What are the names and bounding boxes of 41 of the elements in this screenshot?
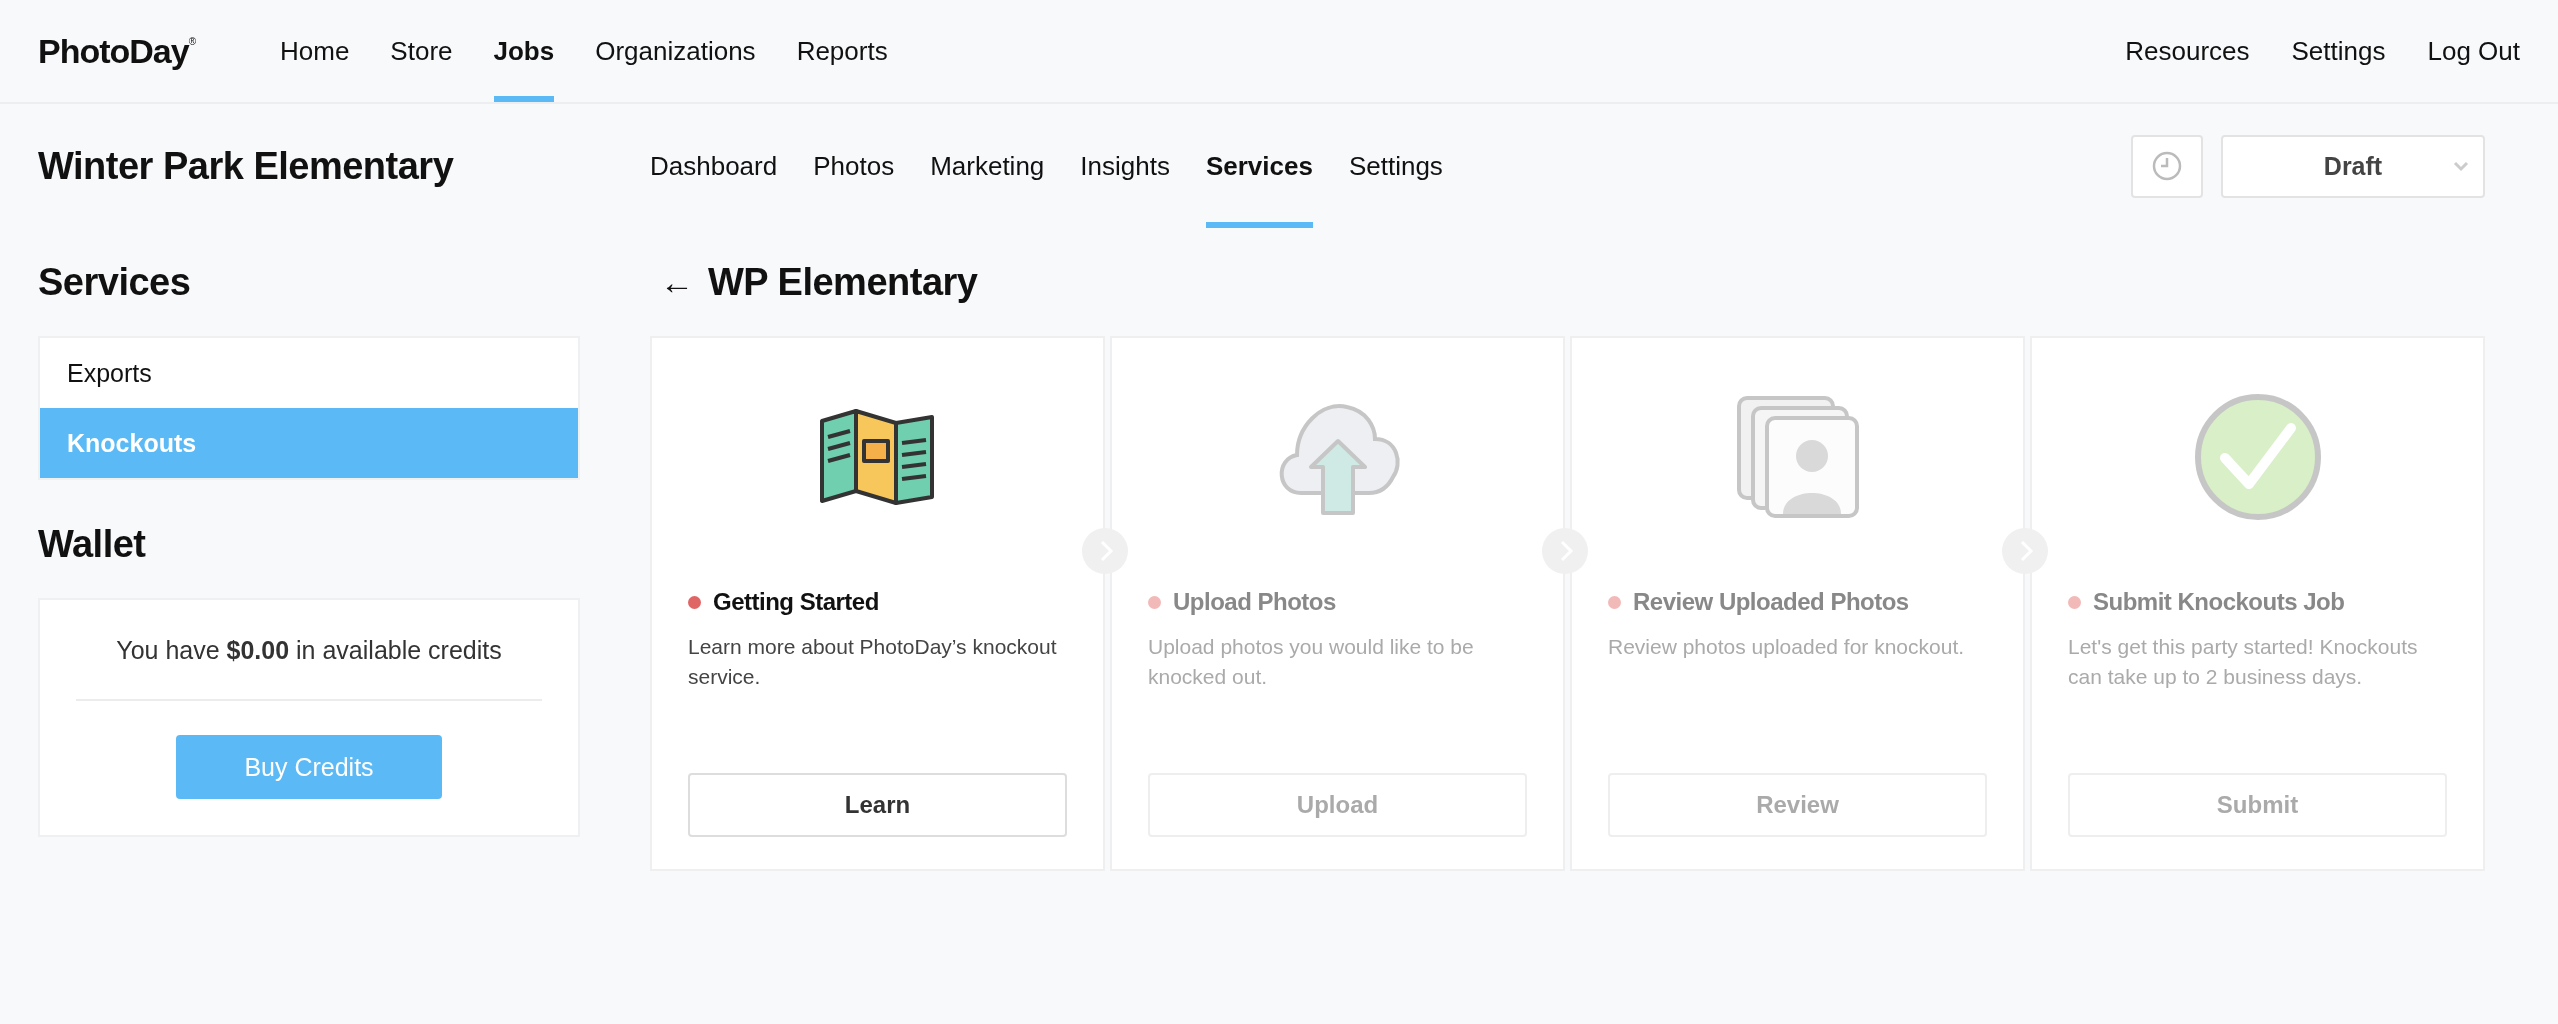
step-title: Getting Started: [713, 588, 879, 616]
chevron-down-icon: [2453, 160, 2469, 173]
checkmark-circle-icon: [2192, 392, 2323, 522]
job-tab[interactable]: Photos: [813, 104, 895, 228]
step-description: Upload photos you would like to be knocked out.: [1148, 634, 1475, 690]
step-description: Review photos uploaded for knockout.: [1608, 634, 1966, 660]
credits-text: You have $0.00 in available credits: [116, 636, 502, 665]
status-dot: [2068, 595, 2081, 609]
status-dot: [688, 595, 701, 609]
job-title: Winter Park Elementary: [38, 143, 455, 189]
history-button[interactable]: [2131, 134, 2203, 198]
status-dropdown[interactable]: Draft: [2221, 134, 2485, 198]
photo-stack-icon: [1734, 394, 1861, 520]
section-heading: Wallet: [38, 521, 147, 567]
nav-link[interactable]: Store: [390, 0, 453, 102]
section-heading: Services: [38, 259, 192, 305]
nav-link[interactable]: Resources: [2125, 0, 2250, 102]
job-tab[interactable]: Marketing: [930, 104, 1045, 228]
step-button[interactable]: Learn: [688, 773, 1067, 837]
photoday-logo[interactable]: PhotoDay: [38, 31, 189, 71]
step-description: Let's get this party started! Knockouts can take up to 2 business days.: [2068, 634, 2419, 690]
step-title: Review Uploaded Photos: [1633, 588, 1909, 616]
page-title: WP Elementary: [708, 259, 978, 305]
clock-icon: [2152, 151, 2182, 181]
step-title: Submit Knockouts Job: [2093, 588, 2345, 616]
registered-mark: ®: [188, 36, 197, 47]
back-link[interactable]: ←: [660, 262, 694, 302]
status-dot: [1148, 595, 1161, 609]
status-dot: [1608, 595, 1621, 609]
nav-link[interactable]: Reports: [796, 0, 888, 102]
nav-link[interactable]: Jobs: [493, 0, 555, 102]
step-title: Upload Photos: [1173, 588, 1336, 616]
nav-link[interactable]: Log Out: [2427, 0, 2520, 102]
step-description: Learn more about PhotoDay’s knockout service.: [688, 634, 1058, 690]
job-tab[interactable]: Insights: [1080, 104, 1170, 228]
nav-link[interactable]: Home: [280, 0, 350, 102]
nav-link[interactable]: Organizations: [595, 0, 756, 102]
nav-link[interactable]: Settings: [2291, 0, 2386, 102]
job-tab[interactable]: Services: [1205, 104, 1313, 228]
job-tab[interactable]: Dashboard: [650, 104, 778, 228]
job-tab[interactable]: Settings: [1348, 104, 1443, 228]
